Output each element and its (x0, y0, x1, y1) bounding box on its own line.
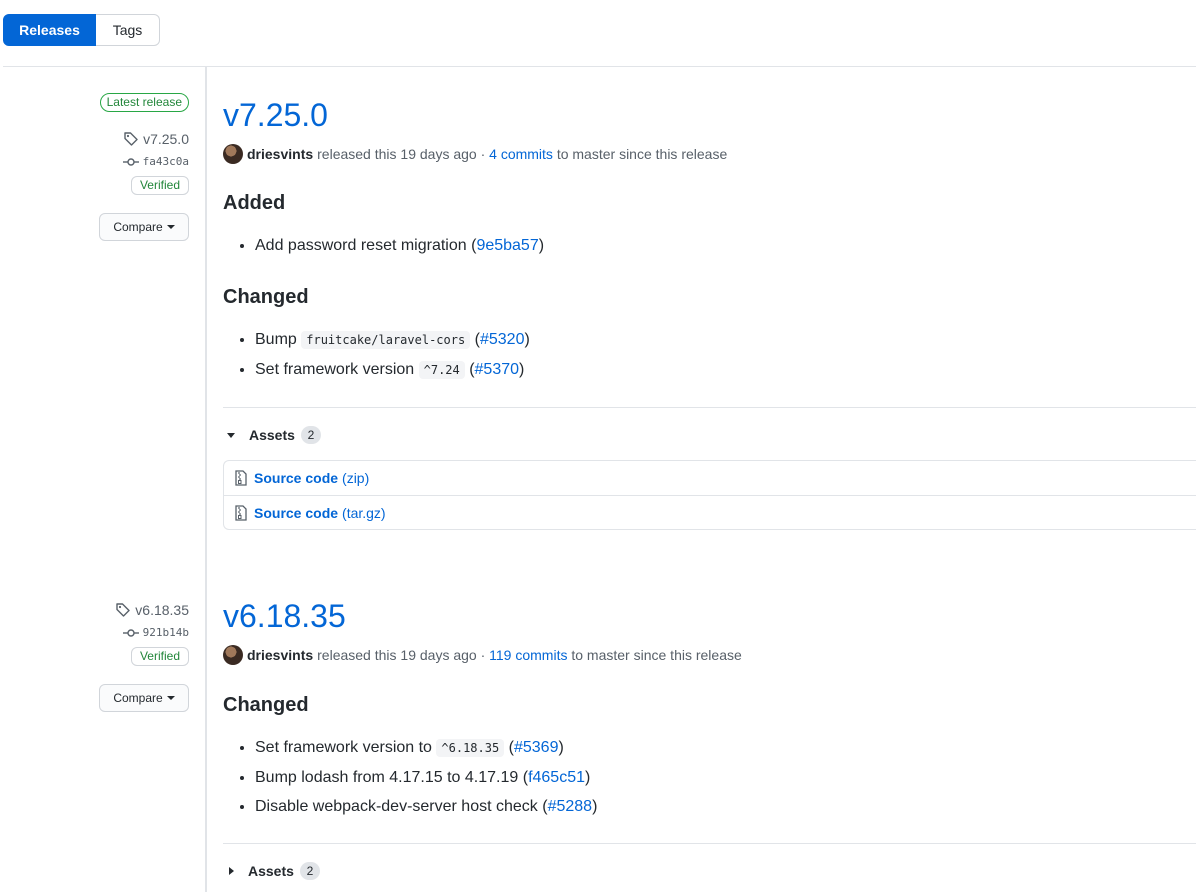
timeline-line (205, 67, 207, 892)
assets-label: Assets (248, 863, 294, 879)
commit-link[interactable]: 9e5ba57 (476, 237, 538, 254)
release-commit[interactable]: fa43c0a (122, 155, 189, 168)
released-text: released this 19 days ago · (317, 146, 486, 162)
list-item: Disable webpack-dev-server host check (#… (255, 792, 1196, 821)
avatar[interactable] (223, 645, 243, 665)
item-text: Set framework version (255, 361, 415, 378)
changed-list: Set framework version to ^6.18.35 (#5369… (255, 733, 1196, 821)
inline-code: ^6.18.35 (436, 739, 505, 757)
commits-link[interactable]: 4 commits (489, 146, 553, 162)
assets-label: Assets (249, 427, 295, 443)
inline-code: ^7.24 (418, 361, 465, 379)
compare-button[interactable]: Compare (99, 684, 189, 712)
added-list: Add password reset migration (9e5ba57) (255, 231, 1196, 260)
section-heading-changed: Changed (223, 286, 309, 308)
section-heading-changed: Changed (223, 694, 309, 716)
triangle-right-icon (229, 867, 234, 875)
commit-sha: fa43c0a (142, 155, 189, 168)
section-heading-added: Added (223, 192, 286, 214)
inline-code: fruitcake/laravel-cors (301, 331, 471, 349)
item-text: Add password reset migration ( (255, 237, 477, 254)
commit-icon (122, 157, 139, 166)
assets-count-badge: 2 (300, 426, 321, 444)
item-text: ) (592, 798, 598, 815)
asset-ext[interactable]: (zip) (342, 470, 369, 486)
item-text: ) (519, 361, 525, 378)
item-text: Disable webpack-dev-server host check ( (255, 798, 548, 815)
assets-count-badge: 2 (299, 862, 320, 880)
released-text: released this 19 days ago · (317, 647, 486, 663)
item-text: ) (585, 769, 591, 786)
asset-row-targz[interactable]: Source code (tar.gz) (224, 495, 1196, 529)
list-item: Set framework version to ^6.18.35 (#5369… (255, 733, 1196, 763)
release-tabs: Releases Tags (3, 14, 160, 46)
pr-link[interactable]: #5370 (475, 361, 520, 378)
compare-label: Compare (113, 691, 163, 705)
since-text: to master since this release (571, 647, 742, 663)
avatar[interactable] (223, 144, 243, 164)
release-title[interactable]: v6.18.35 (223, 596, 1196, 636)
list-item: Set framework version ^7.24 (#5370) (255, 355, 1196, 385)
item-text: Set framework version to (255, 739, 432, 756)
release-meta: driesvints released this 19 days ago · 1… (223, 645, 1196, 665)
release-tag[interactable]: v7.25.0 (123, 131, 189, 147)
since-text: to master since this release (556, 146, 728, 162)
item-text: Bump (255, 331, 297, 348)
top-divider (3, 66, 1196, 67)
item-text: Bump lodash from 4.17.15 to 4.17.19 ( (255, 769, 529, 786)
commit-link[interactable]: f465c51 (528, 769, 585, 786)
commit-icon (122, 628, 139, 637)
triangle-down-icon (227, 432, 235, 438)
pr-link[interactable]: #5288 (548, 798, 593, 815)
asset-ext[interactable]: (tar.gz) (342, 505, 386, 521)
item-text: ) (524, 331, 530, 348)
verified-badge[interactable]: Verified (130, 647, 189, 666)
release-meta: driesvints released this 19 days ago · 4… (223, 144, 1196, 164)
release-entry: v7.25.0 driesvints released this 19 days… (223, 95, 1196, 530)
item-text: ) (558, 739, 564, 756)
tag-icon (116, 603, 130, 617)
tab-releases[interactable]: Releases (3, 14, 96, 46)
chevron-down-icon (166, 696, 175, 700)
file-zip-icon (235, 470, 247, 486)
latest-release-badge: Latest release (99, 93, 189, 112)
file-zip-icon (235, 504, 247, 521)
assets-toggle[interactable]: Assets 2 (223, 426, 1196, 444)
chevron-down-icon (166, 225, 175, 229)
compare-button[interactable]: Compare (99, 213, 189, 241)
asset-name[interactable]: Source code (254, 505, 338, 521)
release-sidebar: v6.18.35 921b14b Verified Compare (99, 602, 189, 712)
item-text: ) (538, 237, 545, 254)
tab-tags[interactable]: Tags (96, 14, 160, 46)
asset-row-zip[interactable]: Source code (zip) (224, 461, 1196, 495)
release-sidebar: Latest release v7.25.0 fa43c0a Verified … (99, 93, 189, 241)
tag-label: v6.18.35 (135, 602, 189, 618)
tag-icon (124, 132, 138, 146)
commit-sha: 921b14b (142, 626, 189, 639)
release-tag[interactable]: v6.18.35 (115, 602, 189, 618)
pr-link[interactable]: #5320 (480, 331, 525, 348)
assets-list: Source code (zip) Source code (tar.gz) (223, 460, 1196, 530)
asset-name[interactable]: Source code (254, 470, 338, 486)
list-item: Bump lodash from 4.17.15 to 4.17.19 (f46… (255, 763, 1196, 792)
release-title[interactable]: v7.25.0 (223, 95, 1196, 135)
author-link[interactable]: driesvints (247, 146, 313, 162)
list-item: Bump fruitcake/laravel-cors (#5320) (255, 325, 1196, 355)
author-link[interactable]: driesvints (247, 647, 313, 663)
release-entry: v6.18.35 driesvints released this 19 day… (223, 596, 1196, 880)
assets-toggle[interactable]: Assets 2 (223, 862, 1196, 880)
pr-link[interactable]: #5369 (514, 739, 559, 756)
assets-divider (223, 407, 1196, 408)
commits-link[interactable]: 119 commits (489, 647, 567, 663)
release-commit[interactable]: 921b14b (122, 626, 189, 639)
list-item: Add password reset migration (9e5ba57) (255, 231, 1196, 260)
tag-label: v7.25.0 (143, 131, 189, 147)
compare-label: Compare (113, 220, 163, 234)
assets-divider (223, 843, 1196, 844)
verified-badge[interactable]: Verified (130, 176, 189, 195)
changed-list: Bump fruitcake/laravel-cors (#5320) Set … (255, 325, 1196, 385)
